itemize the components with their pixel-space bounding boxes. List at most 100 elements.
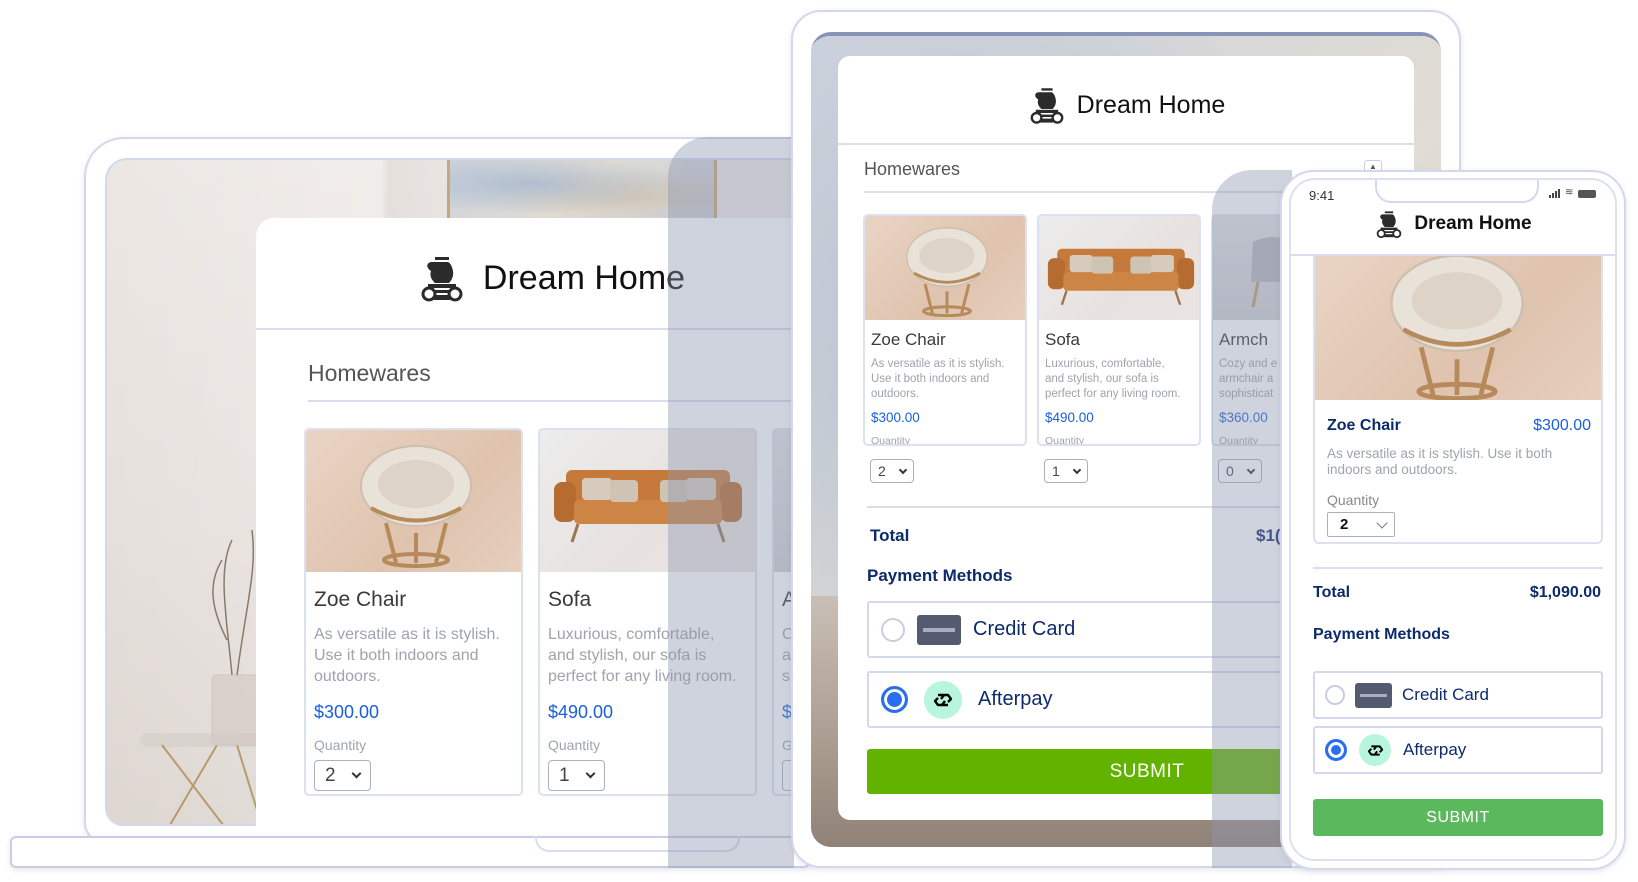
laptop-brand-header: Dream Home	[256, 248, 816, 308]
desc-line: sophisticat	[1219, 388, 1274, 401]
sofa-illustration	[1047, 248, 1195, 306]
vase-on-pedestal-icon	[1027, 85, 1067, 125]
papasan-chair-illustration	[906, 227, 988, 317]
radio-credit-card[interactable]	[1325, 685, 1345, 705]
quantity-label: Quantity	[871, 435, 911, 446]
product-name: Sofa	[548, 588, 592, 611]
product-price: $360.00	[1219, 410, 1268, 425]
quantity-value: 2	[1340, 516, 1349, 533]
product-image-zoe-chair	[306, 430, 521, 572]
product-image-sofa	[1039, 216, 1199, 320]
section-divider	[308, 400, 816, 402]
product-description: Luxurious, comfortable, and stylish, our…	[1045, 357, 1181, 403]
desc-line: As versatile as it is stylish.	[871, 358, 1005, 370]
product-price: $490.00	[548, 702, 614, 722]
desc-line: armchair a	[1219, 373, 1274, 386]
desc-line: Luxurious, comfortable,	[548, 626, 715, 643]
desc-line: and stylish, our sofa is	[1045, 373, 1159, 386]
quantity-select[interactable]: 1	[1044, 459, 1088, 483]
radio-afterpay[interactable]	[1325, 739, 1347, 761]
product-image-sofa	[540, 430, 755, 572]
desc-line: indoors and outdoors.	[1327, 461, 1458, 477]
vase-on-pedestal-icon	[417, 253, 467, 303]
product-description: Cozy and e armchair a sophisticat	[1219, 357, 1277, 403]
phone-screen: 9:41 ≋ Dream Home Zoe Chair $300.00 As v…	[1289, 178, 1617, 861]
vase-on-pedestal-icon	[1374, 209, 1404, 239]
quantity-value: 2	[325, 764, 336, 786]
quantity-label: Quantity	[314, 737, 367, 753]
payment-option-credit-card[interactable]: Credit Card	[1313, 671, 1603, 719]
radio-afterpay[interactable]	[881, 686, 908, 713]
chevron-down-icon	[1376, 516, 1388, 529]
desc-line: Use it both indoors and	[871, 373, 990, 386]
product-card-zoe-chair: Zoe Chair $300.00 As versatile as it is …	[1313, 256, 1603, 544]
chevron-down-icon	[898, 465, 908, 474]
product-card-zoe-chair: Zoe Chair As versatile as it is stylish.…	[304, 428, 523, 796]
product-image-zoe-chair	[865, 216, 1025, 320]
payment-label: Credit Card	[1402, 685, 1489, 704]
product-card-sofa: Sofa Luxurious, comfortable, and stylish…	[1037, 214, 1201, 446]
payment-label: Afterpay	[978, 688, 1053, 710]
submit-button[interactable]: SUBMIT	[1313, 799, 1603, 836]
quantity-select[interactable]: 1	[548, 760, 605, 791]
radio-credit-card[interactable]	[881, 617, 905, 642]
quantity-select[interactable]: 0	[1218, 459, 1262, 483]
desc-line: outdoors.	[871, 388, 919, 401]
status-icons: ≋	[1549, 187, 1597, 198]
quantity-value: 0	[1226, 463, 1234, 479]
tablet-brand-header: Dream Home	[838, 80, 1414, 130]
payment-methods-title: Payment Methods	[867, 566, 1013, 585]
signal-icon	[1549, 188, 1560, 198]
quantity-label: Quantity	[1219, 435, 1259, 446]
payment-methods-title: Payment Methods	[1313, 626, 1450, 643]
laptop-hinge-notch	[535, 836, 740, 852]
papasan-chair-illustration	[1390, 256, 1524, 400]
brand-title: Dream Home	[1414, 213, 1532, 234]
product-card-sofa: Sofa Luxurious, comfortable, and stylish…	[538, 428, 757, 796]
quantity-select[interactable]: 2	[314, 760, 371, 791]
product-image-zoe-chair	[1315, 256, 1601, 400]
quantity-label: Quantity	[1045, 435, 1085, 446]
quantity-select[interactable]: 2	[870, 459, 914, 483]
credit-card-icon	[917, 614, 961, 645]
payment-option-afterpay[interactable]: Afterpay	[1313, 726, 1603, 774]
quantity-value: 2	[878, 463, 886, 479]
vase-table-decor	[140, 529, 264, 824]
quantity-value: 1	[1052, 463, 1060, 479]
chevron-down-icon	[351, 768, 362, 779]
quantity-value: 1	[559, 764, 570, 786]
header-divider	[838, 143, 1414, 145]
laptop-form: Dream Home Homewares Zoe Chair As versat…	[256, 218, 816, 828]
total-value: $1,090.00	[1529, 584, 1601, 601]
phone-brand-header: Dream Home	[1291, 206, 1615, 242]
brand-title: Dream Home	[482, 258, 686, 297]
product-name: Sofa	[1045, 330, 1080, 349]
total-value: $1(	[1256, 526, 1281, 545]
header-divider	[256, 328, 816, 330]
product-description: Luxurious, comfortable, and stylish, our…	[548, 624, 755, 687]
total-label: Total	[1313, 584, 1351, 601]
total-label: Total	[870, 526, 910, 545]
desc-line: and stylish, our sofa is	[548, 647, 707, 665]
status-time: 9:41	[1309, 188, 1335, 203]
product-name: Zoe Chair	[871, 330, 946, 349]
wifi-icon: ≋	[1565, 187, 1574, 198]
desc-line: outdoors.	[314, 668, 381, 686]
section-title: Homewares	[308, 360, 431, 386]
payment-label: Afterpay	[1403, 740, 1467, 759]
desc-line: As versatile as it is stylish. Use it bo…	[1327, 446, 1553, 461]
afterpay-icon	[924, 680, 962, 719]
chevron-down-icon	[585, 768, 596, 779]
product-name: Armch	[1219, 330, 1269, 349]
quantity-select[interactable]: 2	[1327, 512, 1395, 537]
product-price: $300.00	[871, 410, 920, 425]
product-price: $490.00	[1045, 410, 1094, 425]
product-description: As versatile as it is stylish. Use it bo…	[314, 624, 519, 687]
payment-label: Credit Card	[973, 618, 1076, 640]
product-price: $300.00	[314, 702, 380, 722]
desc-line: Luxurious, comfortable,	[1045, 358, 1165, 370]
papasan-chair-illustration	[360, 445, 472, 568]
desc-line: perfect for any living room.	[1045, 388, 1181, 401]
product-description: As versatile as it is stylish. Use it bo…	[871, 357, 1005, 403]
brand-title: Dream Home	[1076, 90, 1226, 119]
